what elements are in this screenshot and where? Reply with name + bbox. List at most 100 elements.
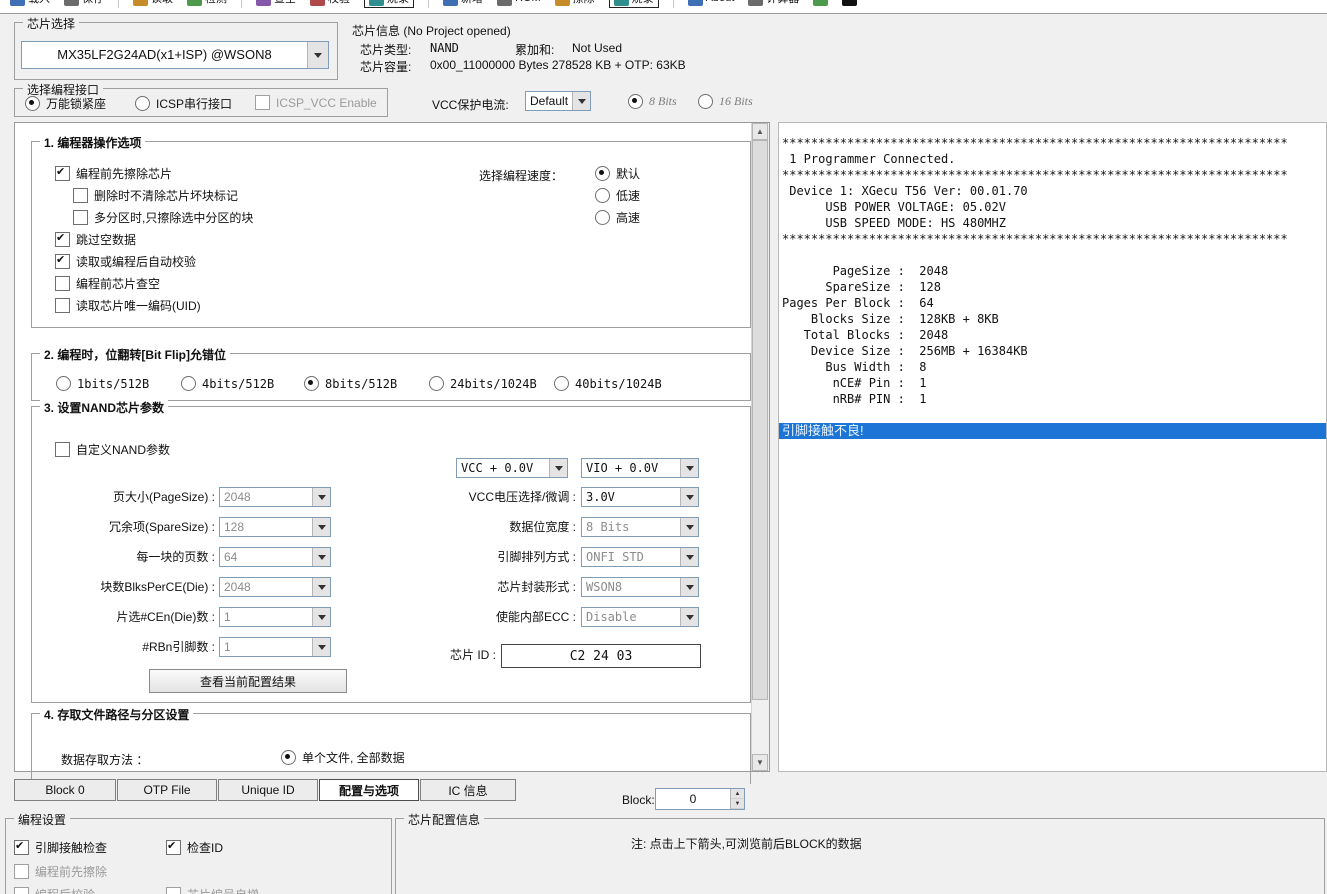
blocks-per-ce-combo[interactable]: 2048 [219,577,331,597]
checkbox-read-uid[interactable]: 读取芯片唯一编码(UID) [55,297,201,314]
package-value: WSON8 [582,578,680,596]
checkbox-label: 多分区时,只擦除选中分区的块 [94,209,253,226]
rbn-pins-combo[interactable]: 1 [219,637,331,657]
ce-count-combo[interactable]: 1 [219,607,331,627]
chevron-down-icon[interactable] [312,608,330,626]
radio-universal-socket[interactable]: 万能锁紧座 [25,95,106,112]
spin-up-icon[interactable]: ▲ [731,789,744,799]
toolbar-program-button[interactable]: 烧录 [364,0,414,8]
tab-block0[interactable]: Block 0 [14,779,116,801]
sparesize-combo[interactable]: 128 [219,517,331,537]
checkbox-erase-before-program[interactable]: 编程前先擦除芯片 [55,165,172,182]
vcc-voltage-combo[interactable]: 3.0V [581,487,699,507]
chevron-down-icon[interactable] [680,608,698,626]
tab-config-options[interactable]: 配置与选项 [319,779,419,801]
spinner-arrows[interactable]: ▲ ▼ [730,789,744,809]
toolbar-burn-button[interactable]: 烧录 [609,0,659,8]
pages-per-block-combo[interactable]: 64 [219,547,331,567]
chevron-down-icon[interactable] [312,488,330,506]
block-spinner[interactable]: 0 ▲ ▼ [655,788,745,810]
checkbox-erase-selected-partition[interactable]: 多分区时,只擦除选中分区的块 [73,209,253,226]
package-combo[interactable]: WSON8 [581,577,699,597]
spin-down-icon[interactable]: ▼ [731,799,744,809]
chevron-down-icon[interactable] [680,578,698,596]
chevron-down-icon[interactable] [680,548,698,566]
radio-16bits[interactable]: 16 Bits [698,94,753,109]
checksum-label: 累加和: [515,41,554,58]
chip-capacity-value: 0x00_11000000 Bytes 278528 KB + OTP: 63K… [430,58,686,72]
checkbox-label: 读取芯片唯一编码(UID) [76,297,201,314]
calculator-icon [748,0,763,6]
chip-select-combo[interactable]: MX35LF2G24AD(x1+ISP) @WSON8 [21,41,329,69]
toolbar-chip-icon-button[interactable] [813,0,828,6]
scroll-down-icon[interactable]: ▼ [752,754,768,771]
view-config-button[interactable]: 查看当前配置结果 [149,669,347,693]
pagesize-combo[interactable]: 2048 [219,487,331,507]
checkbox-label: 跳过空数据 [76,231,136,248]
toolbar-verify-button[interactable]: 校验 [310,0,350,6]
chevron-down-icon[interactable] [312,638,330,656]
chevron-down-icon[interactable] [680,488,698,506]
scroll-up-icon[interactable]: ▲ [752,123,768,140]
tab-unique-id[interactable]: Unique ID [218,779,318,801]
radio-8bits[interactable]: 8 Bits [628,94,677,109]
radio-bitflip-40[interactable]: 40bits/1024B [554,376,662,391]
chevron-down-icon[interactable] [312,518,330,536]
chevron-down-icon[interactable] [312,548,330,566]
chevron-down-icon[interactable] [572,92,590,110]
radio-single-file-all-data[interactable]: 单个文件, 全部数据 [281,749,405,766]
checkbox-verify-after-program[interactable]: 编程后校验 [14,886,95,894]
data-bus-width-combo[interactable]: 8 Bits [581,517,699,537]
checkbox-blankcheck-before-program[interactable]: 编程前芯片查空 [55,275,160,292]
chevron-down-icon[interactable] [312,578,330,596]
radio-bitflip-24[interactable]: 24bits/1024B [429,376,537,391]
checkbox-auto-verify[interactable]: 读取或编程后自动校验 [55,253,196,270]
checkbox-icsp-vcc-enable[interactable]: ICSP_VCC Enable [255,95,377,110]
log-line: Bus Width : 8 [779,359,1326,375]
chevron-down-icon[interactable] [680,518,698,536]
checkbox-skip-blank-data[interactable]: 跳过空数据 [55,231,136,248]
toolbar-erase-button[interactable]: 擦除 [555,0,595,6]
checkbox-serial-auto-increment[interactable]: 芯片编号自增 [166,886,259,894]
tab-otp-file[interactable]: OTP File [117,779,217,801]
radio-icsp-serial[interactable]: ICSP串行接口 [135,95,232,112]
vcc-offset-combo[interactable]: VCC + 0.0V [456,458,568,478]
scrollbar-thumb[interactable] [752,140,768,700]
toolbar-blankcheck-button[interactable]: 查空 [256,0,296,6]
tab-ic-info[interactable]: IC 信息 [420,779,516,801]
toolbar-save-button[interactable]: 保存 [64,0,104,6]
data-bus-width-label: 数据位宽度 : [395,517,576,537]
radio-bitflip-8[interactable]: 8bits/512B [304,376,397,391]
toolbar-separator [428,0,429,8]
toolbar-read-button[interactable]: 读取 [133,0,173,6]
chevron-down-icon[interactable] [549,459,567,477]
checkbox-keep-badblock-marks[interactable]: 删除时不清除芯片坏块标记 [73,187,238,204]
vertical-scrollbar[interactable]: ▲ ▼ [751,123,769,771]
radio-speed-default[interactable]: 默认 [595,165,640,182]
chevron-down-icon[interactable] [680,459,698,477]
radio-speed-high[interactable]: 高速 [595,209,640,226]
radio-speed-low[interactable]: 低速 [595,187,640,204]
radio-bitflip-1[interactable]: 1bits/512B [56,376,149,391]
checkbox-erase-first[interactable]: 编程前先擦除 [14,863,107,880]
vio-offset-combo[interactable]: VIO + 0.0V [581,458,699,478]
vcc-current-combo[interactable]: Default [525,91,591,111]
chevron-down-icon[interactable] [307,42,328,68]
checkbox-custom-nand-params[interactable]: 自定义NAND参数 [55,441,170,458]
internal-ecc-combo[interactable]: Disable [581,607,699,627]
toolbar-power-button[interactable] [842,0,857,6]
toolbar-about-button[interactable]: About [688,0,735,6]
pinout-mode-combo[interactable]: ONFI STD [581,547,699,567]
radio-bitflip-4[interactable]: 4bits/512B [181,376,274,391]
chip-select-group: 芯片选择 MX35LF2G24AD(x1+ISP) @WSON8 [14,22,338,80]
checkbox-check-id[interactable]: 检查ID [166,839,223,856]
toolbar-load-button[interactable]: 载入 [10,0,50,6]
log-line: ****************************************… [779,135,1326,151]
toolbar-new-button[interactable]: 新增 [443,0,483,6]
checkbox-pin-contact-check[interactable]: 引脚接触检查 [14,839,107,856]
toolbar-rom-button[interactable]: ROM [497,0,541,6]
toolbar-test-button[interactable]: 检测 [187,0,227,6]
checkbox-icon [73,188,88,203]
checkbox-label: 芯片编号自增 [187,886,259,894]
toolbar-calculator-button[interactable]: 计算器 [748,0,799,6]
